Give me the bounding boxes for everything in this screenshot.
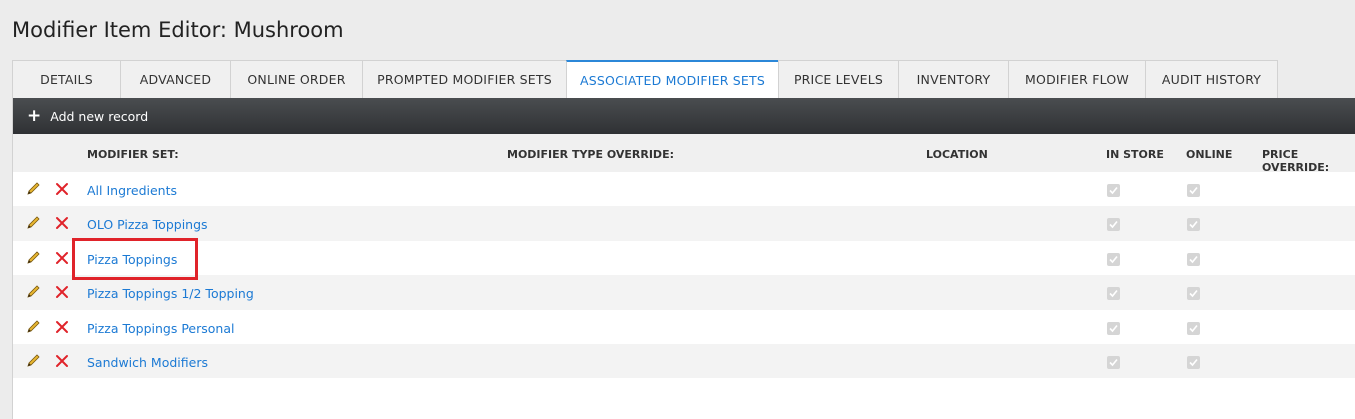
modifier-set-link[interactable]: OLO Pizza Toppings — [87, 217, 208, 232]
tab-online-order[interactable]: ONLINE ORDER — [230, 60, 363, 98]
table-row: Pizza Toppings — [13, 240, 1355, 276]
pencil-icon[interactable] — [25, 319, 41, 335]
modifier-set-link[interactable]: All Ingredients — [87, 183, 177, 198]
delete-icon[interactable] — [55, 216, 69, 230]
online-checkbox — [1187, 218, 1200, 232]
tab-details[interactable]: DETAILS — [12, 60, 121, 98]
column-header-in-store[interactable]: IN STORE — [1106, 148, 1164, 161]
online-checkbox — [1187, 287, 1200, 301]
online-checkbox — [1187, 321, 1200, 335]
table-body: All Ingredients OLO Pizza Toppings Pizza… — [13, 172, 1355, 379]
in-store-checkbox — [1107, 321, 1120, 335]
online-checkbox — [1187, 184, 1200, 197]
delete-icon[interactable] — [55, 285, 69, 299]
table-row: Sandwich Modifiers — [13, 343, 1355, 379]
online-checkbox — [1187, 252, 1200, 266]
in-store-checkbox — [1107, 218, 1120, 232]
pencil-icon[interactable] — [25, 353, 41, 369]
pencil-icon[interactable] — [25, 284, 41, 300]
delete-icon[interactable] — [55, 251, 69, 265]
modifier-set-link[interactable]: Pizza Toppings 1/2 Topping — [87, 286, 254, 301]
page-title: Modifier Item Editor: Mushroom — [12, 18, 344, 42]
pencil-icon[interactable] — [25, 250, 41, 266]
in-store-checkbox — [1107, 184, 1120, 197]
online-checkbox — [1187, 355, 1200, 369]
table-row: Pizza Toppings 1/2 Topping — [13, 275, 1355, 310]
in-store-checkbox — [1107, 355, 1120, 369]
associated-modifier-sets-panel: + Add new record MODIFIER SET: MODIFIER … — [12, 98, 1355, 419]
table-row: Pizza Toppings Personal — [13, 309, 1355, 344]
plus-icon: + — [27, 105, 42, 126]
table-row: OLO Pizza Toppings — [13, 206, 1355, 241]
table-header: MODIFIER SET: MODIFIER TYPE OVERRIDE: LO… — [13, 134, 1355, 174]
tab-advanced[interactable]: ADVANCED — [120, 60, 231, 98]
column-header-modifier-type-override[interactable]: MODIFIER TYPE OVERRIDE: — [507, 148, 674, 161]
tab-prompted-modifier-sets[interactable]: PROMPTED MODIFIER SETS — [362, 60, 567, 98]
tab-inventory[interactable]: INVENTORY — [898, 60, 1009, 98]
tab-modifier-flow[interactable]: MODIFIER FLOW — [1008, 60, 1146, 98]
delete-icon[interactable] — [55, 182, 69, 196]
column-header-online[interactable]: ONLINE — [1186, 148, 1232, 161]
tab-price-levels[interactable]: PRICE LEVELS — [778, 60, 899, 98]
delete-icon[interactable] — [55, 354, 69, 368]
column-header-price-override[interactable]: PRICE OVERRIDE: — [1262, 148, 1355, 174]
modifier-set-link[interactable]: Pizza Toppings Personal — [87, 321, 234, 336]
modifier-set-link[interactable]: Sandwich Modifiers — [87, 355, 208, 370]
in-store-checkbox — [1107, 287, 1120, 301]
tab-audit-history[interactable]: AUDIT HISTORY — [1145, 60, 1278, 98]
table-row: All Ingredients — [13, 172, 1355, 207]
modifier-set-link[interactable]: Pizza Toppings — [87, 252, 177, 267]
pencil-icon[interactable] — [25, 215, 41, 231]
add-new-record-button[interactable]: + Add new record — [13, 98, 1355, 134]
pencil-icon[interactable] — [25, 181, 41, 197]
tab-bar: DETAILS ADVANCED ONLINE ORDER PROMPTED M… — [12, 60, 1278, 98]
delete-icon[interactable] — [55, 320, 69, 334]
tab-associated-modifier-sets[interactable]: ASSOCIATED MODIFIER SETS — [566, 60, 779, 98]
column-header-modifier-set[interactable]: MODIFIER SET: — [87, 148, 179, 161]
add-new-record-label: Add new record — [50, 108, 149, 124]
in-store-checkbox — [1107, 252, 1120, 266]
column-header-location[interactable]: LOCATION — [926, 148, 988, 161]
